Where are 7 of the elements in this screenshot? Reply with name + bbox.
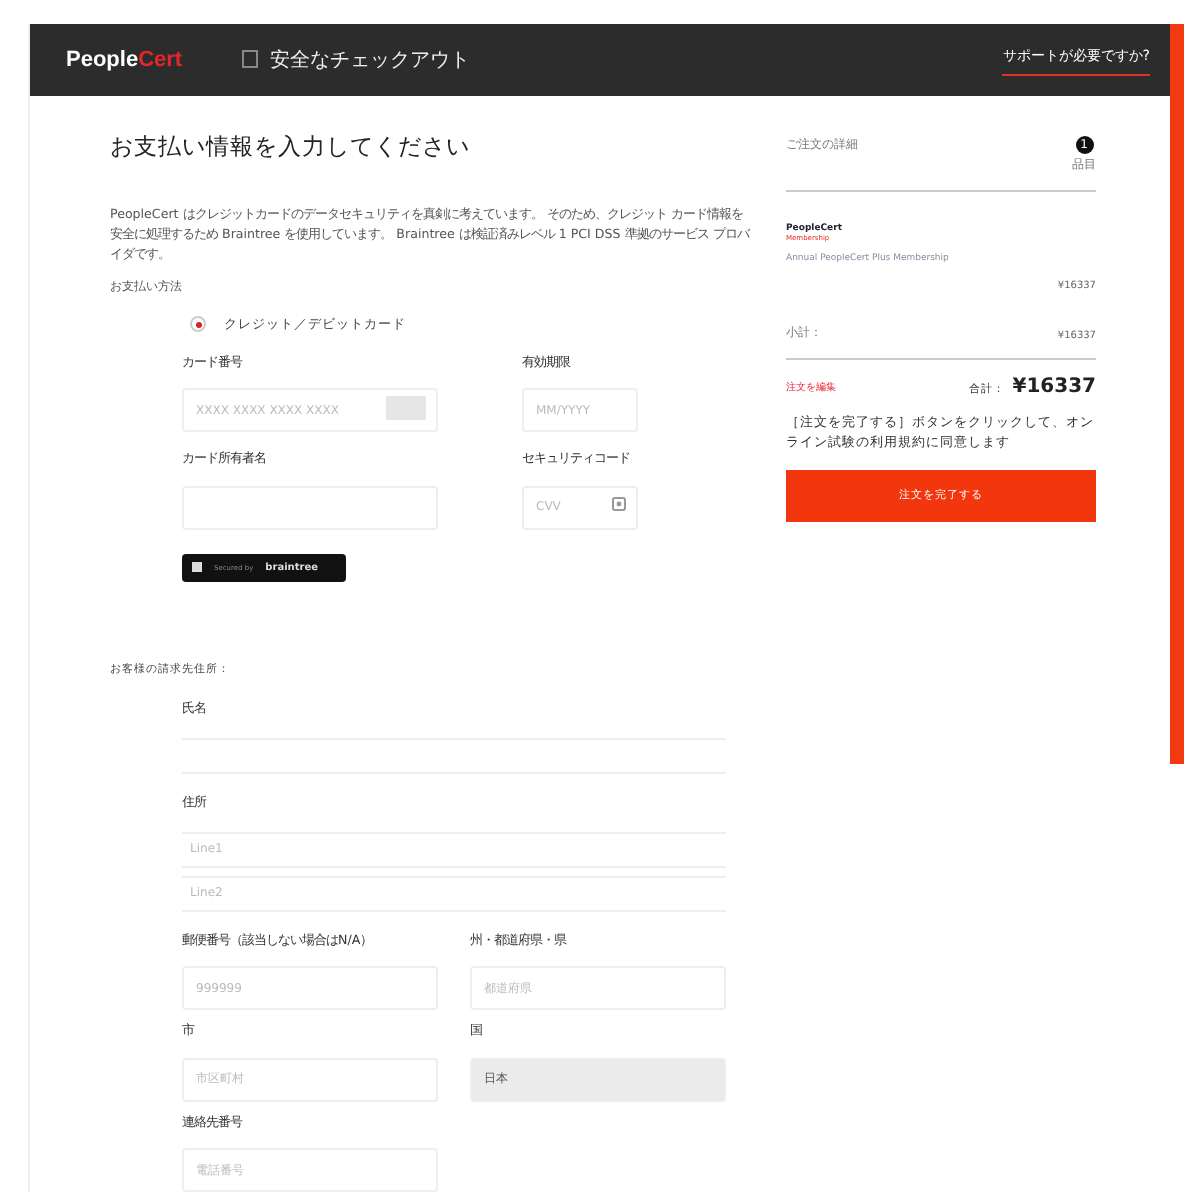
card-icon bbox=[386, 395, 426, 420]
section-title: お支払い情報を入力してください bbox=[110, 132, 472, 163]
page-title: 安全なチェックアウト bbox=[242, 46, 943, 75]
radio-button[interactable] bbox=[190, 316, 206, 332]
logo: PeopleCert bbox=[66, 48, 183, 73]
total-value: ¥16337 bbox=[1012, 376, 1096, 399]
info-icon bbox=[612, 497, 626, 512]
